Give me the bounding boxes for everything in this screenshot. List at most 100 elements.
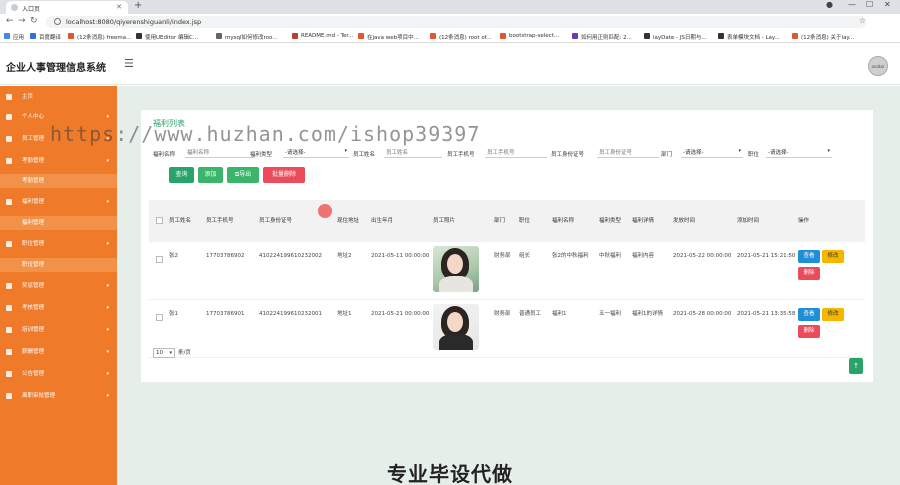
- welfare-type-label: 福利类型: [250, 152, 273, 158]
- menu-icon: [6, 393, 12, 399]
- emp-name-label: 员工姓名: [353, 152, 376, 158]
- scroll-top-button[interactable]: ↑: [849, 358, 863, 374]
- dept-select[interactable]: -请选择- ▾: [681, 148, 743, 158]
- sidebar-item[interactable]: 公告管理 ▾: [0, 368, 117, 380]
- emp-name-input[interactable]: [384, 148, 442, 158]
- bookmark-item[interactable]: README.md - Ter...: [292, 33, 353, 39]
- bookmark-item[interactable]: (12条消息) freema...: [68, 33, 131, 41]
- photo-face: [447, 312, 463, 332]
- emp-phone-input[interactable]: [485, 148, 547, 158]
- maximize-icon[interactable]: ☐: [866, 0, 873, 9]
- edit-button[interactable]: 修改: [822, 250, 844, 263]
- cell-birth: 2021-05-21 00:00:00: [371, 311, 430, 317]
- chevron-down-icon: ▾: [344, 148, 347, 154]
- avatar[interactable]: avatar: [868, 56, 888, 76]
- row-checkbox[interactable]: [156, 314, 163, 321]
- welfare-type-select[interactable]: -请选择- ▾: [283, 148, 349, 158]
- sidebar-item[interactable]: 主页: [0, 91, 117, 103]
- export-button[interactable]: ⧉导出: [227, 167, 259, 183]
- bookmark-item[interactable]: 在java web项目中...: [358, 33, 419, 41]
- select-all-checkbox[interactable]: [156, 217, 163, 224]
- new-tab-icon[interactable]: +: [134, 0, 142, 11]
- chevron-down-icon: ▾: [106, 199, 109, 205]
- bookmark-item[interactable]: 如何用正则匹配: 2...: [572, 33, 632, 41]
- watermark-text: https://www.huzhan.com/ishop39397: [50, 122, 481, 146]
- sidebar-item-label: 离职审批管理: [22, 393, 56, 399]
- sidebar-item-label: 奖惩管理: [22, 283, 45, 289]
- reload-icon[interactable]: ↻: [30, 16, 38, 26]
- dept-value: -请选择-: [683, 150, 704, 156]
- menu-icon: [6, 114, 12, 120]
- bookmark-item[interactable]: mysql如何修改roo...: [216, 33, 278, 41]
- cell-welfare-type: 五一福利: [599, 311, 622, 317]
- bookmark-item[interactable]: 应用: [4, 33, 24, 41]
- delete-button[interactable]: 删除: [798, 267, 820, 280]
- cell-welfare-name: 福利1: [552, 311, 567, 317]
- bookmark-star-icon[interactable]: ☆: [859, 16, 866, 25]
- chevron-down-icon: ▾: [106, 349, 109, 355]
- arrow-up-icon: ↑: [853, 362, 859, 370]
- add-button[interactable]: 添加: [198, 167, 223, 183]
- sidebar-subitem[interactable]: 职位管理: [0, 258, 117, 272]
- site-info-icon[interactable]: [54, 18, 61, 25]
- menu-icon: [6, 349, 12, 355]
- sidebar-item[interactable]: 职位管理 ▾: [0, 238, 117, 250]
- sidebar-item[interactable]: 福利管理 ▾: [0, 196, 117, 208]
- column-header: 员工身份证号: [259, 218, 293, 224]
- view-button[interactable]: 查看: [798, 308, 820, 321]
- search-button[interactable]: 查询: [169, 167, 194, 183]
- delete-button[interactable]: 删除: [798, 325, 820, 338]
- app-title: 企业人事管理信息系统: [6, 63, 106, 74]
- sidebar-item-label: 福利管理: [22, 220, 45, 226]
- minimize-icon[interactable]: —: [848, 0, 856, 9]
- edit-button[interactable]: 修改: [822, 308, 844, 321]
- page-favicon-icon: [11, 4, 18, 11]
- sidebar-item[interactable]: 考核管理 ▾: [0, 302, 117, 314]
- column-header: 操作: [798, 218, 810, 224]
- chevron-down-icon: ▾: [106, 371, 109, 377]
- chevron-down-icon: ▾: [106, 327, 109, 333]
- sidebar-item[interactable]: 考勤管理 ▾: [0, 155, 117, 167]
- row-checkbox[interactable]: [156, 256, 163, 263]
- sidebar-item[interactable]: 离职审批管理 ▾: [0, 390, 117, 402]
- emp-id-input[interactable]: [597, 148, 659, 158]
- sidebar-subitem[interactable]: 福利管理: [0, 216, 117, 230]
- browser-tab[interactable]: 入口页 ✕: [6, 1, 128, 14]
- column-header: 部门: [494, 218, 506, 224]
- position-select[interactable]: -请选择- ▾: [766, 148, 832, 158]
- welfare-name-input[interactable]: [185, 148, 255, 158]
- sidebar-item-label: 个人中心: [22, 114, 45, 120]
- close-tab-icon[interactable]: ✕: [116, 3, 122, 11]
- cell-phone: 17703786901: [206, 311, 245, 317]
- sidebar-item[interactable]: 奖惩管理 ▾: [0, 280, 117, 292]
- close-window-icon[interactable]: ✕: [884, 0, 891, 9]
- bookmark-item[interactable]: layDate - JS日期与...: [644, 33, 707, 41]
- sidebar-item[interactable]: 培训管理 ▾: [0, 324, 117, 336]
- menu-icon: [6, 305, 12, 311]
- menu-toggle-icon[interactable]: ☰: [124, 57, 134, 70]
- sidebar-subitem[interactable]: 考勤管理: [0, 174, 117, 188]
- bookmark-item[interactable]: 百度翻译: [30, 33, 61, 41]
- url-field[interactable]: localhost:8080/qiyerenshiguanli/index.js…: [46, 16, 866, 28]
- column-header: 出生年月: [371, 218, 394, 224]
- forward-icon[interactable]: →: [18, 16, 26, 26]
- menu-icon: [6, 199, 12, 205]
- sidebar-item[interactable]: 薪酬管理 ▾: [0, 346, 117, 358]
- chevron-down-icon: ▾: [106, 305, 109, 311]
- view-button[interactable]: 查看: [798, 250, 820, 263]
- dept-label: 部门: [661, 152, 673, 158]
- tab-title: 入口页: [22, 6, 41, 13]
- bookmark-item[interactable]: bootstrap-select...: [500, 33, 559, 39]
- page-size-select[interactable]: 10 ▾: [153, 348, 175, 358]
- back-icon[interactable]: ←: [6, 16, 14, 26]
- profile-icon[interactable]: ●: [826, 0, 833, 9]
- cell-position: 普通员工: [519, 311, 542, 317]
- sidebar-item-label: 职位管理: [22, 241, 45, 247]
- bookmark-item[interactable]: 表单模块文档 - Lay...: [718, 33, 780, 41]
- bookmark-item[interactable]: (12条消息) 关于lay...: [792, 33, 854, 41]
- bookmark-item[interactable]: (12条消息) root of...: [430, 33, 491, 41]
- column-header: 员工手机号: [206, 218, 234, 224]
- batch-delete-button[interactable]: 批量删除: [263, 167, 305, 183]
- column-header: 现住地址: [337, 218, 360, 224]
- bookmark-item[interactable]: 使用UEditor 编辑C...: [136, 33, 198, 41]
